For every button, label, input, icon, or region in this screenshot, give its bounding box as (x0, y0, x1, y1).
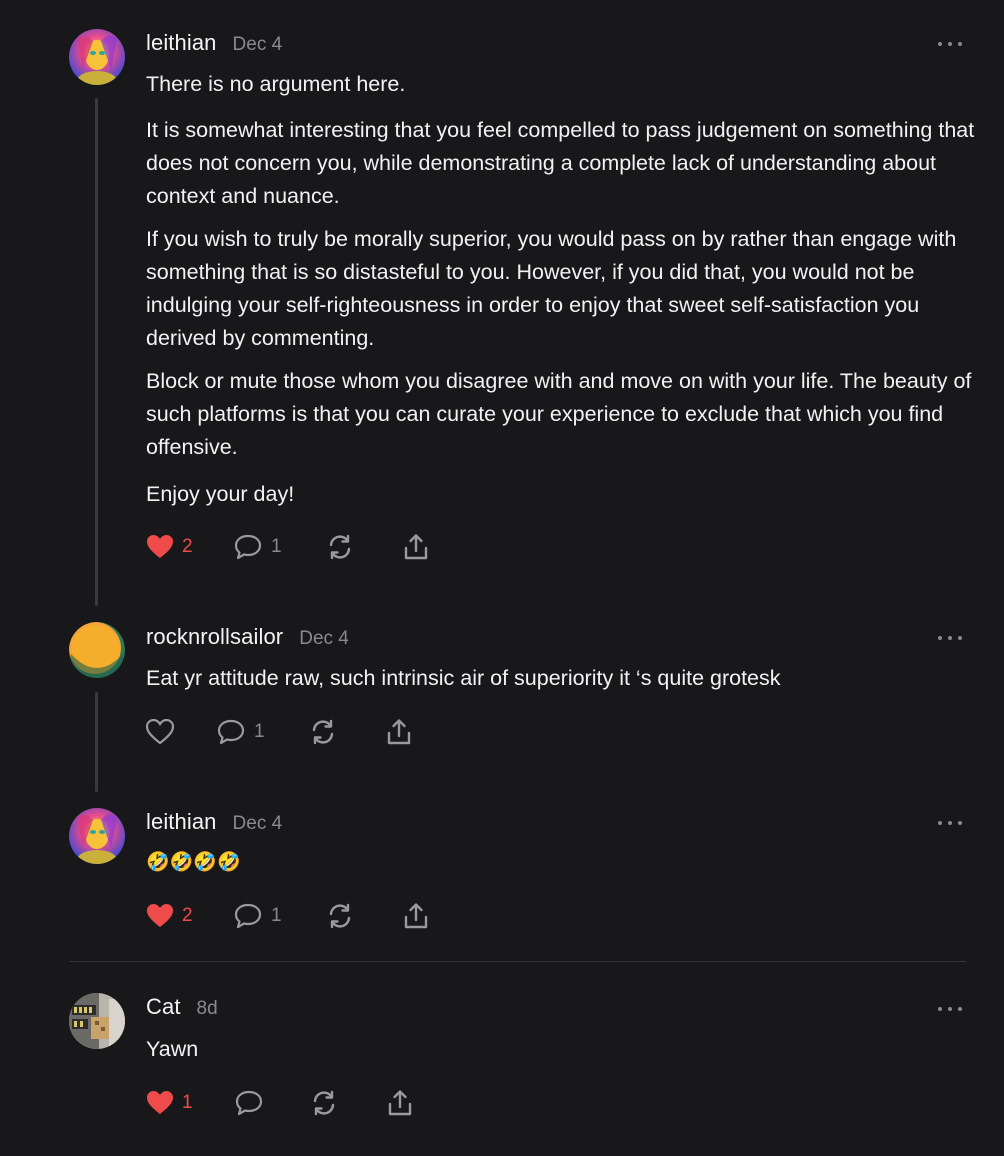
comment-date[interactable]: Dec 4 (299, 628, 349, 650)
heart-icon (146, 719, 174, 745)
like-button[interactable] (146, 716, 216, 748)
share-button[interactable] (385, 716, 413, 748)
more-options-icon[interactable] (938, 818, 962, 828)
like-count: 2 (182, 536, 193, 557)
divider (69, 961, 966, 962)
reply-button[interactable]: 1 (216, 716, 309, 748)
comment-bubble-icon (234, 534, 262, 560)
comment-header: rocknrollsailor Dec 4 (146, 624, 349, 654)
restack-icon (329, 903, 351, 929)
heart-icon (147, 1091, 173, 1114)
username[interactable]: Cat (146, 994, 181, 1020)
comment-bubble-icon (234, 903, 262, 929)
reply-count: 1 (271, 905, 282, 926)
comment-actions: 2 1 (146, 531, 430, 563)
comment-paragraph: Block or mute those whom you disagree wi… (146, 369, 972, 459)
like-button[interactable]: 2 (146, 900, 233, 932)
restack-button[interactable] (326, 531, 402, 563)
comment-bubble-icon (235, 1090, 263, 1116)
share-button[interactable] (386, 1087, 414, 1119)
share-button[interactable] (402, 900, 430, 932)
more-options-icon[interactable] (938, 39, 962, 49)
reply-button[interactable] (234, 1087, 310, 1119)
reply-count: 1 (271, 536, 282, 557)
comment-date[interactable]: Dec 4 (233, 34, 283, 56)
heart-icon (147, 904, 173, 927)
username[interactable]: leithian (146, 30, 217, 56)
comment-actions: 1 (146, 716, 413, 748)
avatar[interactable] (69, 808, 125, 864)
share-button[interactable] (402, 531, 430, 563)
restack-button[interactable] (326, 900, 402, 932)
share-icon (388, 1090, 412, 1116)
like-count: 1 (182, 1092, 193, 1113)
more-options-icon[interactable] (938, 633, 962, 643)
comment-header: Cat 8d (146, 994, 218, 1024)
comment-date[interactable]: 8d (197, 998, 218, 1020)
comment-paragraph: 🤣🤣🤣🤣 (146, 852, 241, 873)
username[interactable]: leithian (146, 809, 217, 835)
username[interactable]: rocknrollsailor (146, 624, 283, 650)
comment-body: Yawn (146, 1033, 976, 1076)
share-icon (387, 719, 411, 745)
comment-body: 🤣🤣🤣🤣 (146, 846, 976, 889)
like-button[interactable]: 1 (146, 1087, 234, 1119)
comment-paragraph: It is somewhat interesting that you feel… (146, 118, 975, 208)
comment-paragraph: Eat yr attitude raw, such intrinsic air … (146, 666, 781, 690)
like-button[interactable]: 2 (146, 531, 233, 563)
more-options-icon[interactable] (938, 1004, 962, 1014)
comment-paragraph: If you wish to truly be morally superior… (146, 227, 957, 350)
reply-count: 1 (254, 721, 265, 742)
reply-button[interactable]: 1 (233, 531, 326, 563)
reply-button[interactable]: 1 (233, 900, 326, 932)
heart-icon (147, 535, 173, 558)
restack-icon (313, 1090, 335, 1116)
comment-header: leithian Dec 4 (146, 809, 282, 839)
share-icon (404, 903, 428, 929)
comment-date[interactable]: Dec 4 (233, 813, 283, 835)
share-icon (404, 534, 428, 560)
thread-line (95, 98, 98, 606)
comment-actions: 2 1 (146, 900, 430, 932)
comment-bubble-icon (217, 719, 245, 745)
thread-line (95, 692, 98, 792)
comment-paragraph: Enjoy your day! (146, 482, 295, 506)
restack-button[interactable] (310, 1087, 386, 1119)
comment-paragraph: There is no argument here. (146, 72, 406, 96)
restack-icon (312, 719, 334, 745)
avatar[interactable] (69, 29, 125, 85)
comment-actions: 1 (146, 1087, 414, 1119)
restack-icon (329, 534, 351, 560)
avatar[interactable] (69, 993, 125, 1049)
comment-body: There is no argument here. It is somewha… (146, 68, 976, 521)
avatar[interactable] (69, 622, 125, 678)
like-count: 2 (182, 905, 193, 926)
restack-button[interactable] (309, 716, 385, 748)
comment-body: Eat yr attitude raw, such intrinsic air … (146, 662, 976, 705)
comment-paragraph: Yawn (146, 1037, 199, 1061)
comment-header: leithian Dec 4 (146, 30, 282, 60)
